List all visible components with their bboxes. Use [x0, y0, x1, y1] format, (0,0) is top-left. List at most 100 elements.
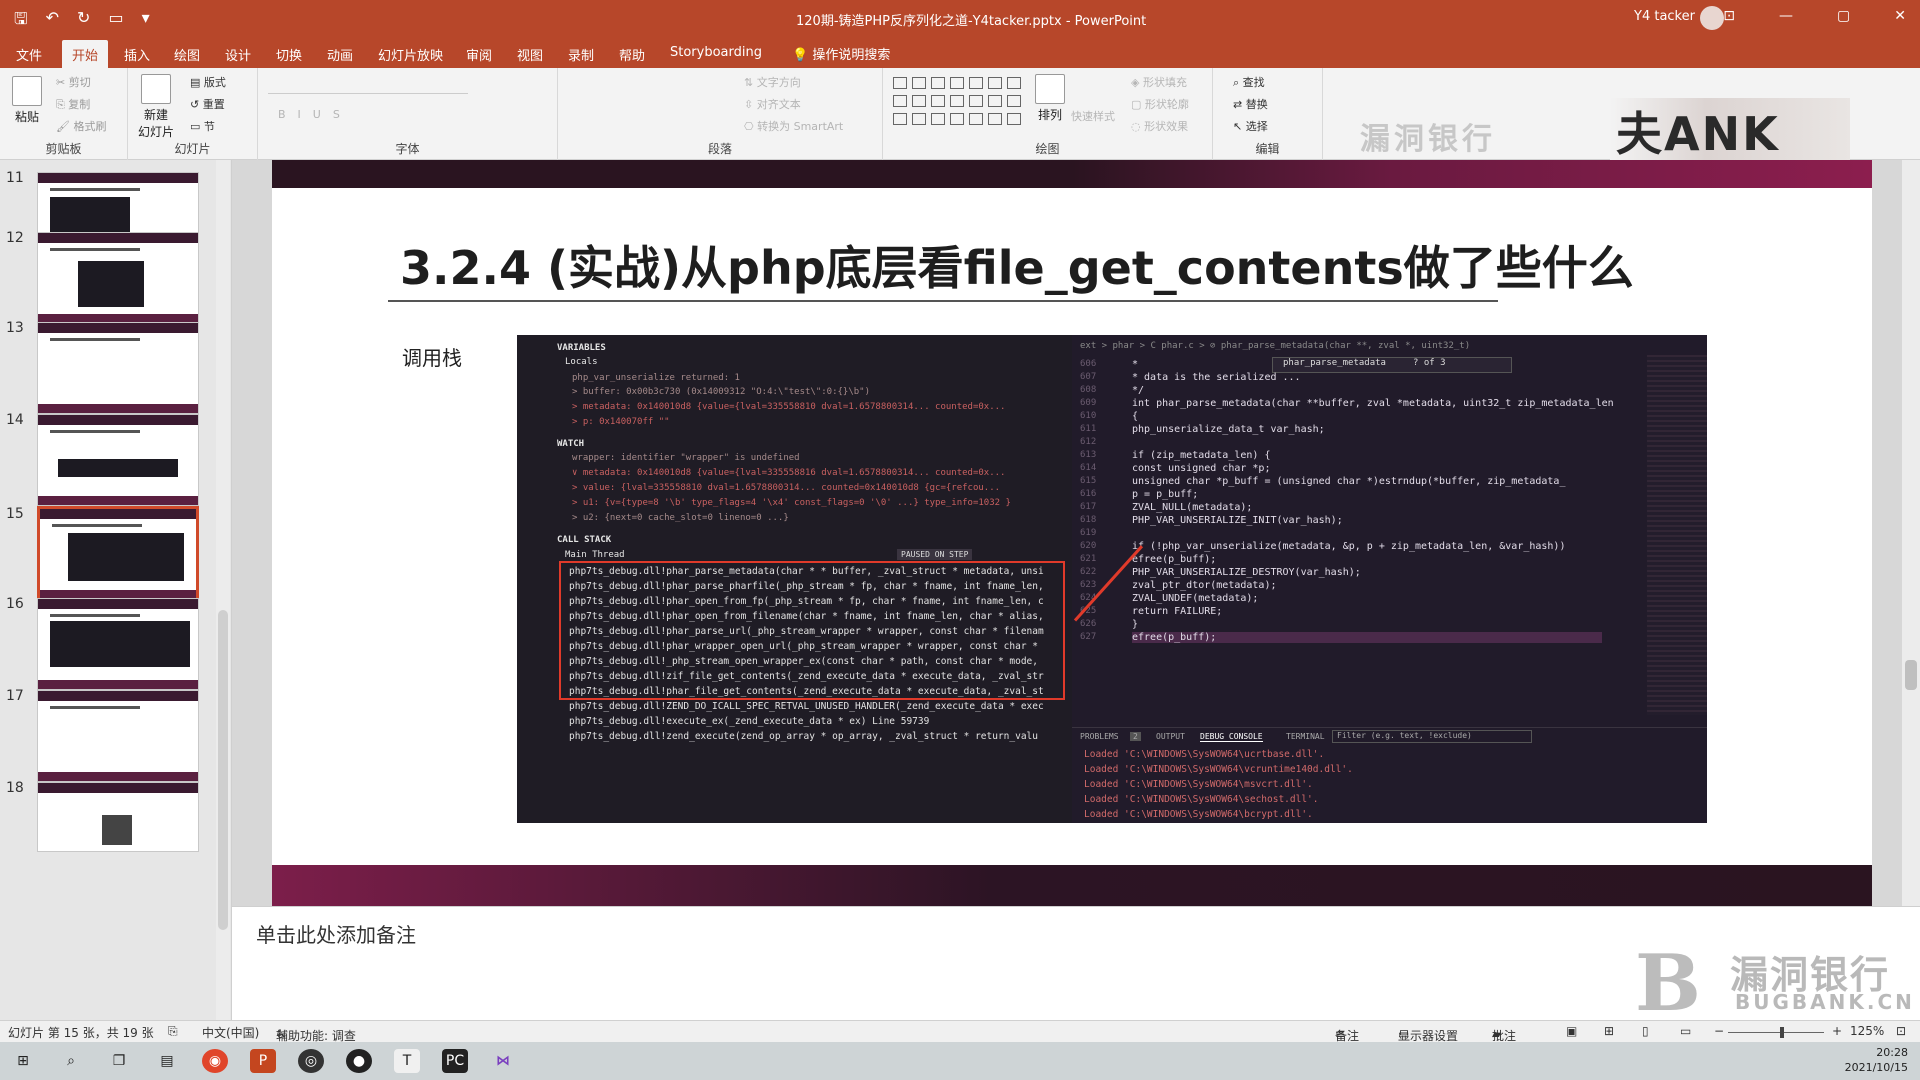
slide-thumbnail-15[interactable] [37, 506, 199, 602]
chrome-icon[interactable]: ◉ [202, 1049, 228, 1073]
select-button[interactable]: ↖ 选择 [1233, 118, 1268, 134]
slide-canvas[interactable]: 3.2.4 (实战)从php底层看file_get_contents做了些什么 … [272, 160, 1872, 906]
slide-sorter-icon[interactable]: ⊞ [1604, 1024, 1614, 1038]
tab-design[interactable]: 设计 [215, 43, 261, 66]
cut-button[interactable]: ✂ 剪切 [56, 74, 91, 90]
shape-effects-button[interactable]: ◌ 形状效果 [1131, 118, 1188, 134]
stack-frame[interactable]: php7ts_debug.dll!phar_wrapper_open_url(_… [569, 641, 1038, 652]
task-view-icon[interactable]: ❐ [106, 1049, 132, 1073]
redo-icon[interactable]: ↻ [77, 8, 90, 35]
code-line[interactable]: efree(p_buff); [1132, 554, 1216, 565]
code-line[interactable]: { [1132, 411, 1138, 422]
new-slide-button[interactable]: 新建 幻灯片 [138, 74, 174, 140]
pycharm-icon[interactable]: PC [442, 1049, 468, 1073]
user-name[interactable]: Y4 tacker [1634, 9, 1695, 24]
slide-thumbnail-16[interactable] [37, 598, 199, 690]
code-line[interactable]: */ [1132, 385, 1144, 396]
stack-frame[interactable]: php7ts_debug.dll!zif_file_get_contents(_… [569, 671, 1044, 682]
tab-storyboarding[interactable]: Storyboarding [660, 43, 772, 62]
font-name-box[interactable] [268, 78, 468, 94]
fit-slide-icon[interactable]: ⊡ [1896, 1024, 1906, 1038]
slide-thumbnail-12[interactable] [37, 232, 199, 324]
stack-frame[interactable]: php7ts_debug.dll!phar_parse_metadata(cha… [569, 566, 1044, 577]
avatar[interactable] [1700, 6, 1724, 30]
code-line[interactable]: zval_ptr_dtor(metadata); [1132, 580, 1277, 591]
align-text-button[interactable]: ⇳ 对齐文本 [744, 96, 801, 112]
copy-button[interactable]: ⎘ 复制 [56, 96, 90, 112]
editor-minimap[interactable] [1647, 355, 1707, 715]
font-format-buttons[interactable]: BIUS [278, 108, 352, 121]
find-button[interactable]: ⌕ 查找 [1233, 74, 1265, 90]
code-line[interactable]: ZVAL_NULL(metadata); [1132, 502, 1252, 513]
slide-scrollbar[interactable] [1902, 160, 1920, 906]
text-direction-button[interactable]: ⇅ 文字方向 [744, 74, 801, 90]
zoom-out-icon[interactable]: − [1714, 1024, 1724, 1038]
slideshow-icon[interactable]: ▭ [108, 8, 123, 35]
slide-thumbnail-13[interactable] [37, 322, 199, 414]
tab-problems[interactable]: PROBLEMS [1080, 732, 1119, 741]
section-button[interactable]: ▭ 节 [190, 118, 215, 134]
slide-thumbnail-14[interactable] [37, 414, 199, 506]
slideshow-view-icon[interactable]: ▭ [1680, 1024, 1691, 1038]
zoom-level[interactable]: 125% [1850, 1024, 1884, 1038]
reset-button[interactable]: ↺ 重置 [190, 96, 225, 112]
tab-help[interactable]: 帮助 [609, 43, 655, 66]
search-icon[interactable]: ⌕ [58, 1049, 84, 1073]
format-painter-button[interactable]: 🖌 格式刷 [56, 118, 106, 134]
code-line[interactable]: * [1132, 359, 1138, 370]
smartart-button[interactable]: ⎔ 转换为 SmartArt [744, 118, 843, 134]
tab-output[interactable]: OUTPUT [1156, 732, 1185, 741]
slide-thumbnail-18[interactable] [37, 782, 199, 852]
tab-home[interactable]: 开始 [62, 40, 109, 68]
stack-frame[interactable]: php7ts_debug.dll!phar_open_from_fp(_php_… [569, 596, 1044, 607]
tab-review[interactable]: 审阅 [456, 43, 502, 66]
paste-button[interactable]: 粘贴 [12, 76, 42, 125]
stack-frame[interactable]: php7ts_debug.dll!_php_stream_open_wrappe… [569, 656, 1038, 667]
app-icon[interactable]: ● [346, 1049, 372, 1073]
thumbnails-scrollbar[interactable] [216, 160, 230, 1020]
powerpoint-icon[interactable]: P [250, 1049, 276, 1073]
code-line[interactable]: p = p_buff; [1132, 489, 1198, 500]
notes-placeholder[interactable]: 单击此处添加备注 [256, 919, 416, 948]
reading-view-icon[interactable]: ▯ [1642, 1024, 1649, 1038]
replace-button[interactable]: ⇄ 替换 [1233, 96, 1268, 112]
stack-frame[interactable]: php7ts_debug.dll!execute_ex(_zend_execut… [569, 716, 929, 727]
tab-debug-console[interactable]: DEBUG CONSOLE [1200, 732, 1263, 742]
code-line[interactable]: efree(p_buff); [1132, 632, 1602, 643]
code-line[interactable]: } [1132, 619, 1138, 630]
shapes-gallery[interactable] [893, 77, 1023, 125]
quick-styles-button[interactable]: 快速样式 [1071, 108, 1115, 124]
code-line[interactable]: * data is the serialized ... [1132, 372, 1301, 383]
file-explorer-icon[interactable]: ▤ [154, 1049, 180, 1073]
tab-record[interactable]: 录制 [558, 43, 604, 66]
visual-studio-icon[interactable]: ⋈ [490, 1049, 516, 1073]
typora-icon[interactable]: T [394, 1049, 420, 1073]
code-line[interactable]: int phar_parse_metadata(char **buffer, z… [1132, 398, 1614, 409]
code-line[interactable]: php_unserialize_data_t var_hash; [1132, 424, 1325, 435]
stack-frame[interactable]: php7ts_debug.dll!phar_open_from_filename… [569, 611, 1044, 622]
language-indicator[interactable]: 中文(中国) [202, 1024, 259, 1041]
scrollbar-thumb[interactable] [218, 610, 228, 930]
zoom-slider[interactable] [1728, 1032, 1824, 1033]
call-stack-label[interactable]: 调用栈 [402, 342, 462, 371]
zoom-in-icon[interactable]: + [1832, 1024, 1842, 1038]
shape-outline-button[interactable]: ▢ 形状轮廓 [1131, 96, 1189, 112]
slide-title[interactable]: 3.2.4 (实战)从php底层看file_get_contents做了些什么 [400, 232, 1634, 298]
code-line[interactable]: return FAILURE; [1132, 606, 1222, 617]
maximize-icon[interactable]: ▢ [1837, 8, 1850, 24]
scrollbar-thumb[interactable] [1905, 660, 1917, 690]
stack-frame[interactable]: php7ts_debug.dll!phar_parse_url(_php_str… [569, 626, 1044, 637]
stack-frame[interactable]: php7ts_debug.dll!phar_parse_pharfile(_ph… [569, 581, 1044, 592]
shape-fill-button[interactable]: ◈ 形状填充 [1131, 74, 1187, 90]
close-icon[interactable]: ✕ [1894, 8, 1906, 24]
normal-view-icon[interactable]: ▣ [1566, 1024, 1577, 1038]
code-line[interactable]: unsigned char *p_buff = (unsigned char *… [1132, 476, 1565, 487]
ribbon-display-icon[interactable]: ⊡ [1723, 8, 1735, 24]
tab-terminal[interactable]: TERMINAL [1286, 732, 1325, 741]
stack-frame[interactable]: php7ts_debug.dll!phar_file_get_contents(… [569, 686, 1044, 697]
windows-start-icon[interactable]: ⊞ [10, 1049, 36, 1073]
tab-file[interactable]: 文件 [6, 43, 52, 66]
code-line[interactable]: const unsigned char *p; [1132, 463, 1270, 474]
code-line[interactable]: if (!php_var_unserialize(metadata, &p, p… [1132, 541, 1565, 552]
zoom-slider-thumb[interactable] [1780, 1027, 1784, 1038]
